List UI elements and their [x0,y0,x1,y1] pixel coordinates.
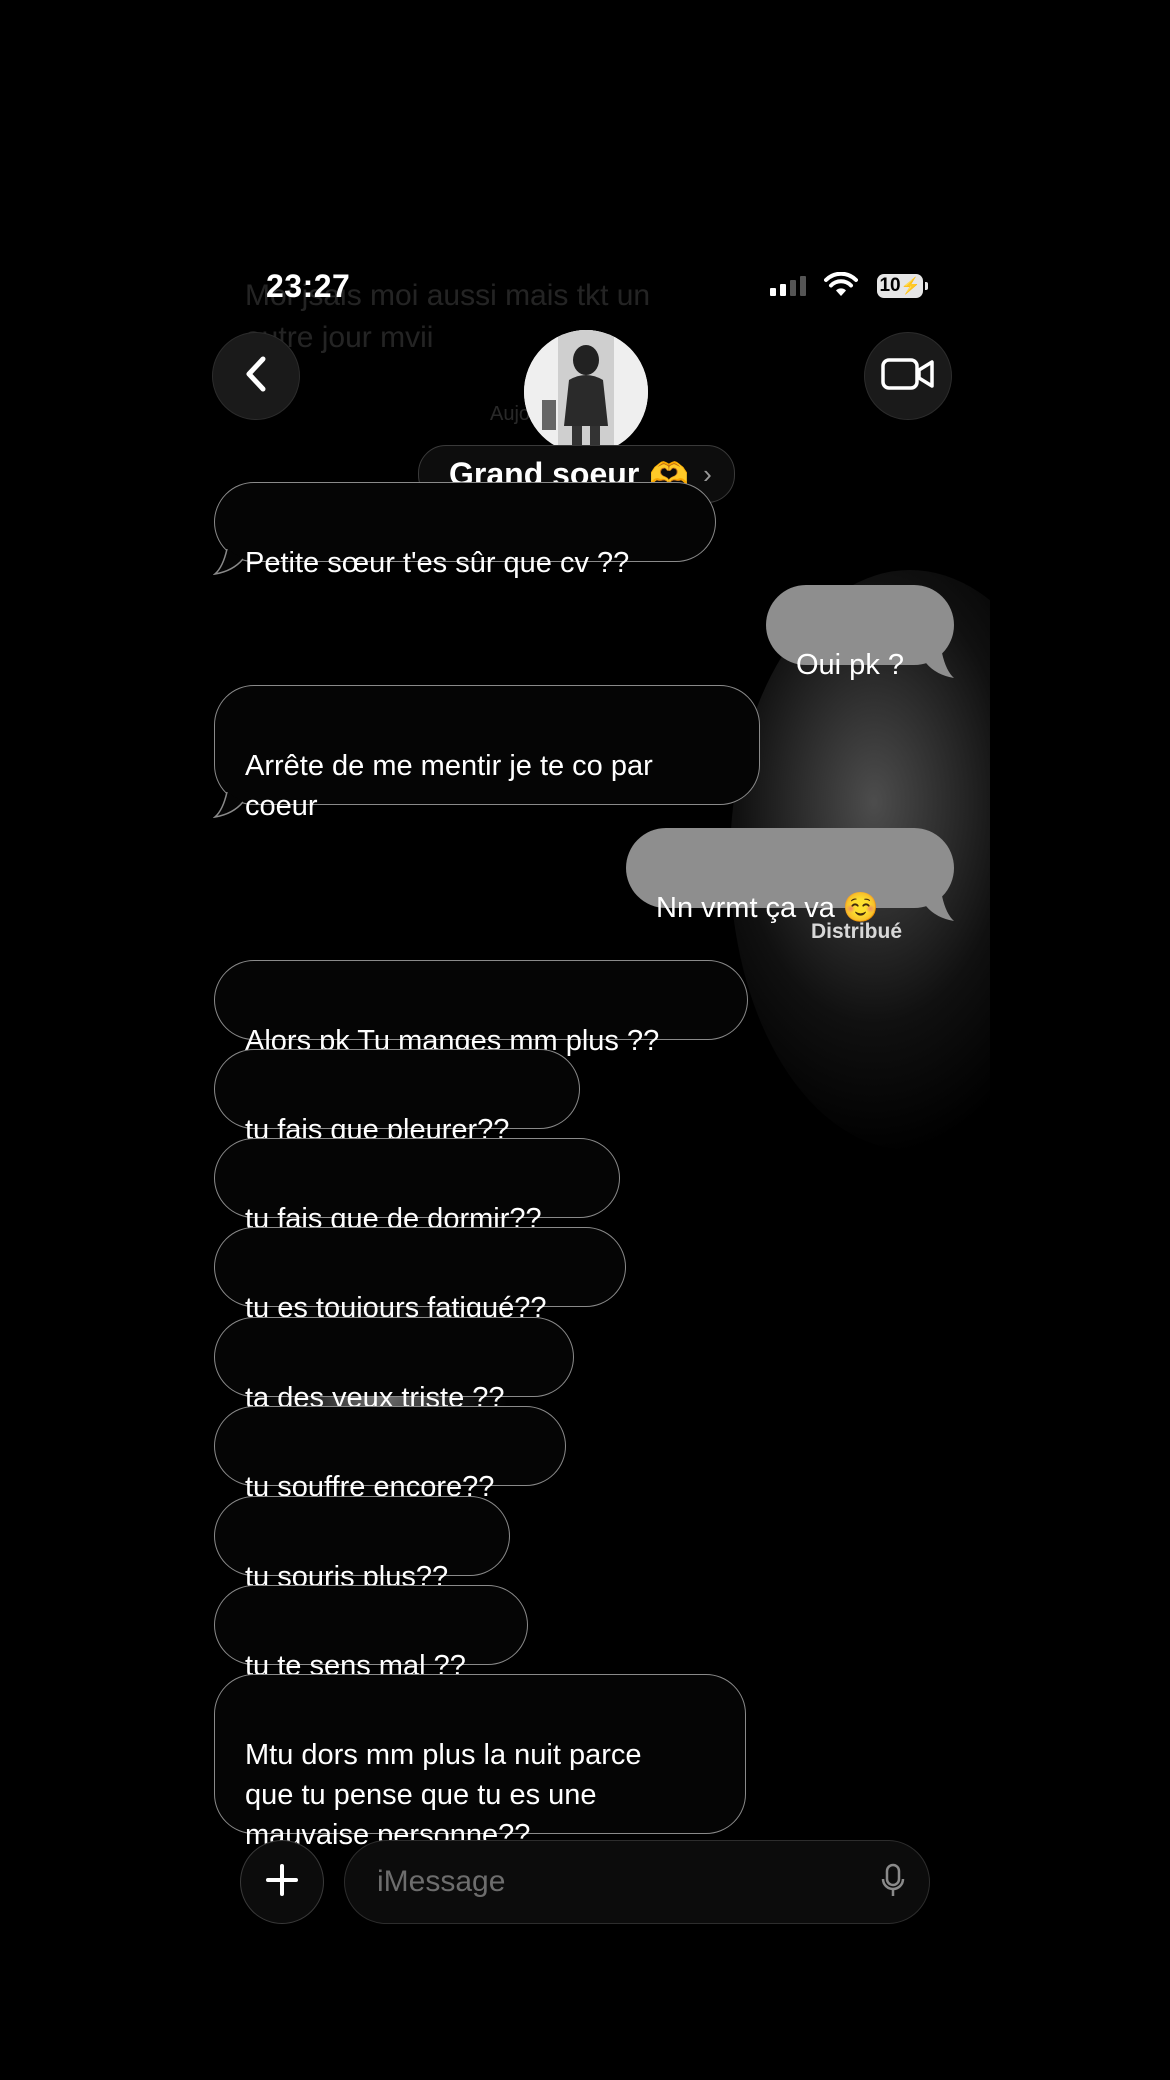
message-text: Oui pk ? [796,649,904,681]
message-text: Mtu dors mm plus la nuit parce que tu pe… [245,1739,642,1851]
bubble-tail [213,792,244,818]
outgoing-message[interactable]: Oui pk ? [766,585,954,681]
incoming-message[interactable]: Alors pk Tu manges mm plus ?? [214,960,748,1057]
incoming-message[interactable]: tu souris plus?? [214,1496,510,1593]
status-bar: 23:27 10⚡ [210,240,990,304]
message-text: Petite sœur t'es sûr que cv ?? [245,547,630,579]
video-camera-icon [881,357,935,396]
bubble-tail [926,896,954,921]
add-attachment-button[interactable] [240,1840,324,1924]
outgoing-message[interactable]: Nn vrmt ça va ☺️ [626,828,954,924]
message-text: Arrête de me mentir je te co par coeur [245,750,653,822]
video-call-button[interactable] [864,332,952,420]
incoming-message[interactable]: Arrête de me mentir je te co par coeur [213,685,760,822]
incoming-message[interactable]: ta des yeux triste ?? [214,1317,574,1414]
incoming-message[interactable]: tu te sens mal ?? [214,1585,528,1682]
contact-avatar[interactable] [524,330,648,454]
chevron-left-icon [241,355,271,398]
message-input[interactable] [375,1841,849,1923]
status-time: 23:27 [266,268,351,304]
delivery-status: Distribué [811,920,903,943]
incoming-message[interactable]: tu souffre encore?? [214,1406,566,1503]
message-input-container[interactable] [344,1840,930,1924]
messages-screen: Moi jsais moi aussi mais tkt un autre jo… [210,240,990,1950]
incoming-message[interactable]: tu es toujours fatigué?? [214,1227,626,1324]
back-button[interactable] [212,332,300,420]
compose-bar [210,1840,990,1950]
microphone-icon[interactable] [881,1863,905,1904]
incoming-message[interactable]: Petite sœur t'es sûr que cv ?? [213,482,716,579]
wifi-icon [824,271,858,303]
bubble-tail [213,549,244,575]
battery-icon: 10⚡ [877,274,928,298]
incoming-message[interactable]: Mtu dors mm plus la nuit parce que tu pe… [214,1674,746,1851]
cellular-signal-icon [770,276,806,296]
battery-level: 10 [879,275,901,296]
bubble-tail [926,653,954,678]
incoming-message[interactable]: tu fais que de dormir?? [214,1138,620,1235]
incoming-message[interactable]: tu fais que pleurer?? [214,1049,580,1146]
plus-icon [265,1863,299,1902]
chevron-right-icon: › [703,458,712,489]
